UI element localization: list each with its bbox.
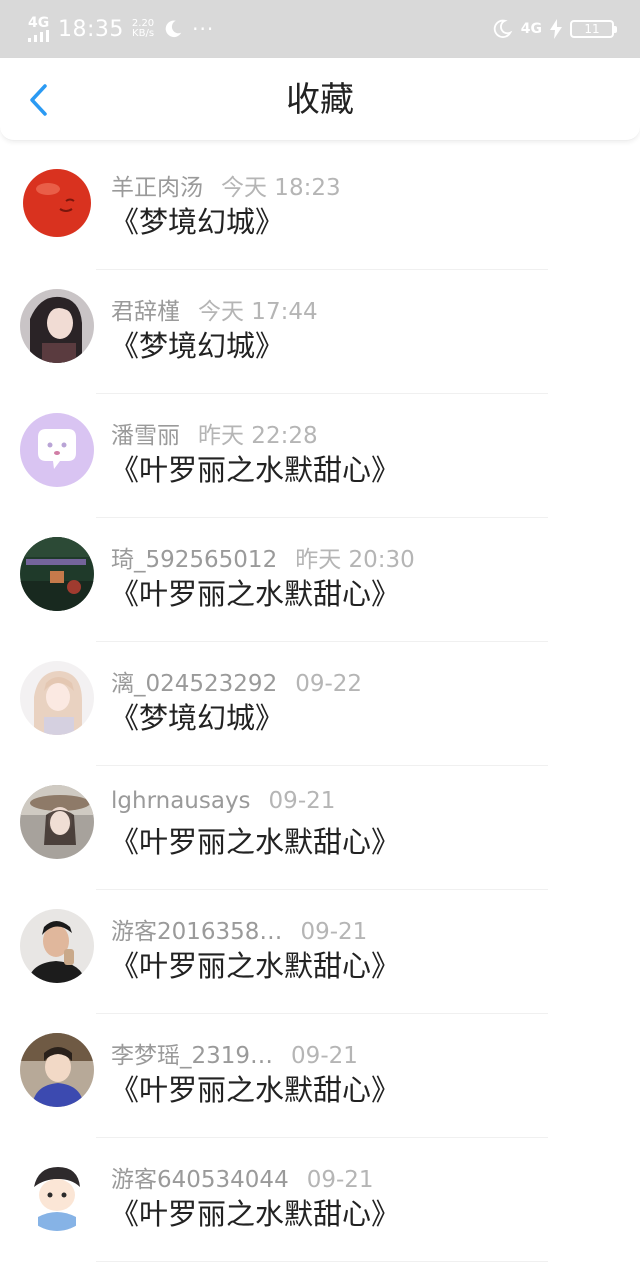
avatar[interactable]: [20, 785, 94, 859]
charging-icon: [550, 19, 562, 39]
network-speed: 2.20 KB/s: [132, 19, 154, 39]
list-item[interactable]: lghrnausays 09-21 《叶罗丽之水默甜心》: [0, 766, 640, 890]
book-title[interactable]: 《叶罗丽之水默甜心》: [110, 946, 400, 986]
favorites-list: 羊正肉汤 今天 18:23 《梦境幻城》 君辞槿 今天 17:44 《梦境幻城》: [0, 146, 640, 1262]
timestamp: 09-21: [291, 1043, 358, 1069]
avatar[interactable]: [20, 661, 94, 735]
signal-icon: 4G: [28, 16, 50, 42]
book-title[interactable]: 《叶罗丽之水默甜心》: [110, 822, 400, 862]
list-item[interactable]: 李梦瑶_2319… 09-21 《叶罗丽之水默甜心》: [0, 1014, 640, 1138]
avatar[interactable]: [20, 1157, 94, 1231]
anime-girl-light-avatar-icon: [20, 661, 94, 735]
book-title[interactable]: 《叶罗丽之水默甜心》: [110, 1194, 400, 1234]
network-label: 4G: [28, 15, 50, 31]
page-title: 收藏: [286, 80, 354, 120]
avatar[interactable]: [20, 289, 94, 363]
user-name[interactable]: 李梦瑶_2319…: [111, 1036, 273, 1070]
girl-hat-avatar-icon: [20, 785, 94, 859]
book-title[interactable]: 《叶罗丽之水默甜心》: [110, 450, 400, 490]
user-name[interactable]: 漓_024523292: [111, 664, 277, 698]
list-item[interactable]: 游客2016358… 09-21 《叶罗丽之水默甜心》: [0, 890, 640, 1014]
clock: 18:35: [58, 16, 124, 42]
item-meta: lghrnausays 09-21: [111, 788, 335, 818]
item-meta: 游客2016358… 09-21: [111, 912, 368, 945]
item-meta: 羊正肉汤 今天 18:23: [111, 168, 341, 201]
list-item[interactable]: 漓_024523292 09-22 《梦境幻城》: [0, 642, 640, 766]
user-name[interactable]: 君辞槿: [111, 292, 180, 326]
item-meta: 游客640534044 09-21: [111, 1160, 374, 1193]
book-title[interactable]: 《叶罗丽之水默甜心》: [110, 1070, 400, 1110]
book-title[interactable]: 《叶罗丽之水默甜心》: [110, 574, 400, 614]
green-scene-avatar-icon: [20, 537, 94, 611]
timestamp: 昨天 22:28: [198, 423, 318, 449]
user-name[interactable]: 游客640534044: [111, 1160, 289, 1194]
item-meta: 君辞槿 今天 17:44: [111, 292, 318, 325]
timestamp: 今天 17:44: [198, 299, 318, 325]
divider: [96, 1261, 548, 1262]
avatar[interactable]: [20, 537, 94, 611]
timestamp: 昨天 20:30: [295, 547, 415, 573]
user-name[interactable]: 羊正肉汤: [111, 168, 203, 202]
anime-girl-avatar-icon: [20, 289, 94, 363]
item-meta: 漓_024523292 09-22: [111, 664, 363, 697]
list-item[interactable]: 游客640534044 09-21 《叶罗丽之水默甜心》: [0, 1138, 640, 1262]
timestamp: 09-22: [295, 671, 363, 697]
user-name[interactable]: lghrnausays: [111, 788, 251, 814]
item-meta: 潘雪丽 昨天 22:28: [111, 416, 318, 449]
cartoon-boy-avatar-icon: [20, 1157, 94, 1231]
battery-icon: 11: [570, 20, 617, 38]
avatar[interactable]: [20, 909, 94, 983]
chat-bubble-avatar-icon: [20, 413, 94, 487]
book-title[interactable]: 《梦境幻城》: [110, 326, 284, 366]
avatar[interactable]: [20, 165, 94, 239]
user-name[interactable]: 潘雪丽: [111, 416, 180, 450]
moon-icon: [165, 20, 182, 38]
timestamp: 09-21: [306, 1167, 374, 1193]
child-photo-avatar-icon: [20, 1033, 94, 1107]
status-bar: 4G 18:35 2.20 KB/s ··· 4G 11: [0, 0, 640, 58]
red-ball-avatar-icon: [20, 165, 94, 239]
user-name[interactable]: 琦_592565012: [111, 540, 277, 574]
item-meta: 琦_592565012 昨天 20:30: [111, 540, 415, 573]
timestamp: 今天 18:23: [221, 175, 341, 201]
man-photo-avatar-icon: [20, 909, 94, 983]
more-dots: ···: [192, 17, 215, 41]
list-item[interactable]: 君辞槿 今天 17:44 《梦境幻城》: [0, 270, 640, 394]
nav-bar: 收藏: [0, 58, 640, 141]
moon-outline-icon: [493, 19, 513, 38]
book-title[interactable]: 《梦境幻城》: [110, 202, 284, 242]
status-left: 4G 18:35 2.20 KB/s ···: [28, 16, 214, 42]
signal-bars-icon: [28, 30, 49, 42]
status-right: 4G 11: [491, 18, 617, 40]
timestamp: 09-21: [300, 919, 368, 945]
avatar[interactable]: [20, 413, 94, 487]
list-item[interactable]: 潘雪丽 昨天 22:28 《叶罗丽之水默甜心》: [0, 394, 640, 518]
user-name[interactable]: 游客2016358…: [111, 912, 282, 946]
item-meta: 李梦瑶_2319… 09-21: [111, 1036, 358, 1069]
timestamp: 09-21: [268, 788, 336, 814]
battery-level: 11: [584, 22, 600, 36]
network-right-label: 4G: [520, 21, 542, 37]
avatar[interactable]: [20, 1033, 94, 1107]
list-item[interactable]: 琦_592565012 昨天 20:30 《叶罗丽之水默甜心》: [0, 518, 640, 642]
list-item[interactable]: 羊正肉汤 今天 18:23 《梦境幻城》: [0, 146, 640, 270]
book-title[interactable]: 《梦境幻城》: [110, 698, 284, 738]
speed-unit: KB/s: [132, 28, 155, 39]
